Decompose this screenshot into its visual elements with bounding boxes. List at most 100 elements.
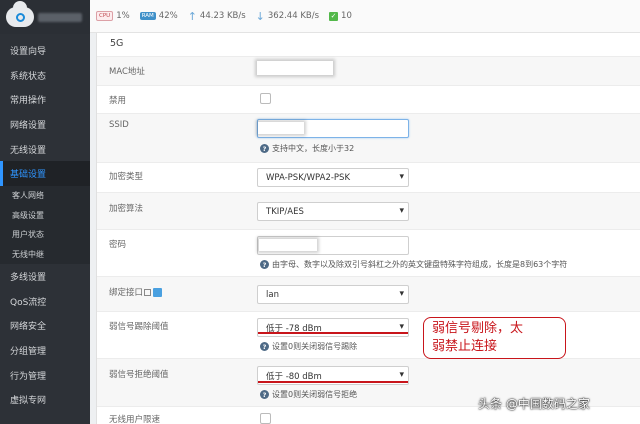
sidebar-item-multiwan[interactable]: 多线设置 <box>0 264 90 289</box>
bind-label-text: 绑定接口 <box>109 288 144 298</box>
ram-usage: RAM 42% <box>139 11 178 21</box>
enc-type-select[interactable]: WPA-PSK/WPA2-PSK <box>257 168 409 187</box>
connection-check-icon: ✓ <box>329 11 339 21</box>
section-title: 5G <box>110 38 124 49</box>
sidebar-subitem-repeater[interactable]: 无线中继 <box>0 244 90 265</box>
disable-checkbox[interactable] <box>260 93 271 104</box>
password-hint: ? 由字母、数字以及除双引号斜杠之外的英文键盘特殊字符组成，长度是8到63个字符 <box>260 259 567 270</box>
reject-hint-text: 设置0则关闭弱信号拒绝 <box>272 390 358 399</box>
sidebar-item-setup-wizard[interactable]: 设置向导 <box>0 38 90 63</box>
upload-rate: ↑ 44.23 KB/s <box>188 10 246 23</box>
sidebar-subitem-guest[interactable]: 客人网络 <box>0 186 90 206</box>
row-ssid: SSID ? 支持中文，长度小于32 <box>97 113 640 162</box>
sidebar-item-label: 高级设置 <box>12 210 44 220</box>
kick-underline-annotation <box>258 332 408 334</box>
row-password: 密码 ? 由字母、数字以及除双引号斜杠之外的英文键盘特殊字符组成，长度是8到63… <box>97 229 640 276</box>
kick-value: 低于 -78 dBm <box>257 318 409 337</box>
kick-label: 弱信号踢除阈值 <box>109 322 169 332</box>
row-bind: 绑定接口 lan <box>97 276 640 311</box>
rate-limit-checkbox[interactable] <box>260 413 271 424</box>
enc-type-value: WPA-PSK/WPA2-PSK <box>257 168 409 187</box>
sidebar-item-label: 系统状态 <box>10 71 47 82</box>
sidebar-item-groups[interactable]: 分组管理 <box>0 338 90 363</box>
bind-label: 绑定接口 <box>109 286 163 298</box>
watermark: 头条 @中国数码之家 <box>478 397 590 411</box>
annotation-callout: 弱信号剔除，太 弱禁止连接 <box>423 317 566 359</box>
ram-value: 42% <box>158 11 178 21</box>
sidebar-item-label: 设置向导 <box>10 46 47 57</box>
rate-limit-label: 无线用户限速 <box>109 415 161 424</box>
bind-value: lan <box>257 285 409 304</box>
sidebar-item-basic-settings[interactable]: 基础设置 <box>0 161 90 187</box>
sidebar-item-vpn[interactable]: 虚拟专网 <box>0 388 90 413</box>
download-arrow-icon: ↓ <box>255 9 265 23</box>
row-enc-type: 加密类型 WPA-PSK/WPA2-PSK <box>97 162 640 192</box>
ram-icon: RAM <box>139 12 156 20</box>
brand-logo <box>0 0 90 34</box>
sidebar-item-label: 虚拟专网 <box>10 396 47 407</box>
sidebar-item-network[interactable]: 网络设置 <box>0 112 90 137</box>
brand-name-redacted <box>38 12 82 22</box>
bind-edit-icon[interactable] <box>153 288 163 297</box>
enc-algo-select[interactable]: TKIP/AES <box>257 202 409 221</box>
sidebar-item-label: 无线中继 <box>12 249 44 259</box>
sidebar-item-label: 客人网络 <box>12 191 44 201</box>
ssid-hint: ? 支持中文，长度小于32 <box>260 143 354 154</box>
download-rate: ↓ 362.44 KB/s <box>256 10 319 23</box>
upload-arrow-icon: ↑ <box>187 9 197 23</box>
cpu-usage: CPU 1% <box>96 11 130 21</box>
sidebar-item-label: 无线设置 <box>10 145 47 156</box>
callout-line-1: 弱信号剔除，太 <box>432 321 524 336</box>
sidebar-item-label: QoS流控 <box>10 297 47 308</box>
disable-label: 禁用 <box>109 96 127 106</box>
upload-value: 44.23 KB/s <box>199 11 246 21</box>
row-disable: 禁用 <box>97 85 640 113</box>
sidebar-item-behavior[interactable]: 行为管理 <box>0 363 90 388</box>
mac-label: MAC地址 <box>109 67 145 77</box>
password-input[interactable] <box>257 236 409 255</box>
kick-hint: ? 设置0则关闭弱信号踢除 <box>260 341 357 352</box>
cpu-icon: CPU <box>96 11 114 21</box>
sidebar-item-wireless[interactable]: 无线设置 <box>0 137 90 162</box>
connections: ✓ 10 <box>329 11 352 21</box>
cloud-logo-icon <box>6 1 34 27</box>
password-hint-text: 由字母、数字以及除双引号斜杠之外的英文键盘特殊字符组成，长度是8到63个字符 <box>272 260 568 269</box>
sidebar-item-label: 网络安全 <box>10 322 47 333</box>
callout-line-2: 弱禁止连接 <box>432 339 498 354</box>
ssid-input[interactable] <box>257 119 409 138</box>
sidebar-item-label: 行为管理 <box>10 371 47 382</box>
password-label: 密码 <box>109 240 127 250</box>
content-gutter <box>90 33 97 424</box>
bind-select[interactable]: lan <box>257 285 409 304</box>
row-enc-algo: 加密算法 TKIP/AES <box>97 192 640 229</box>
mac-value-redacted <box>257 61 333 75</box>
row-mac: MAC地址 <box>97 56 640 85</box>
sidebar-item-qos[interactable]: QoS流控 <box>0 289 90 314</box>
sidebar-item-label: 常用操作 <box>10 96 47 107</box>
sidebar-item-common-ops[interactable]: 常用操作 <box>0 87 90 112</box>
kick-threshold-select[interactable]: 低于 -78 dBm <box>257 318 409 337</box>
sidebar-item-label: 多线设置 <box>10 272 47 283</box>
enc-type-label: 加密类型 <box>109 172 144 182</box>
sidebar-subitem-advanced[interactable]: 高级设置 <box>0 205 90 226</box>
download-value: 362.44 KB/s <box>267 11 320 21</box>
reject-label: 弱信号拒绝阈值 <box>109 370 169 380</box>
sidebar: 设置向导 系统状态 常用操作 网络设置 无线设置 基础设置 客人网络 高级设置 … <box>0 0 90 424</box>
help-icon: ? <box>260 342 269 351</box>
enc-algo-value: TKIP/AES <box>257 202 409 221</box>
sidebar-item-security[interactable]: 网络安全 <box>0 314 90 339</box>
cpu-value: 1% <box>116 11 130 21</box>
sidebar-item-label: 网络设置 <box>10 120 47 131</box>
connections-value: 10 <box>341 11 352 21</box>
sidebar-item-system-status[interactable]: 系统状态 <box>0 63 90 88</box>
enc-algo-label: 加密算法 <box>109 204 144 214</box>
bind-box-icon <box>144 289 152 296</box>
help-icon: ? <box>260 390 269 399</box>
reject-hint: ? 设置0则关闭弱信号拒绝 <box>260 389 357 400</box>
kick-hint-text: 设置0则关闭弱信号踢除 <box>272 342 358 351</box>
help-icon: ? <box>260 144 269 153</box>
sidebar-item-label: 用户状态 <box>12 230 44 240</box>
sidebar-subitem-users[interactable]: 用户状态 <box>0 225 90 245</box>
ssid-label: SSID <box>109 120 129 130</box>
ssid-hint-text: 支持中文，长度小于32 <box>272 144 355 153</box>
